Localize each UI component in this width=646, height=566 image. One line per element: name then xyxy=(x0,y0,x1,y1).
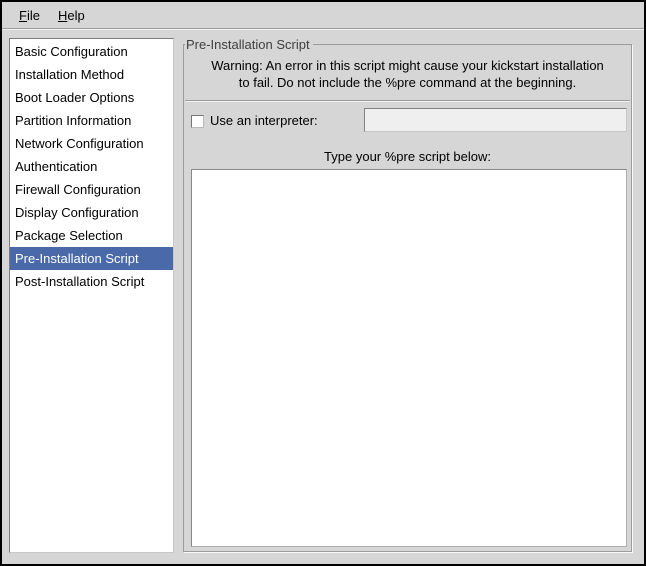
script-label: Type your %pre script below: xyxy=(184,149,631,164)
sidebar-item-network-configuration[interactable]: Network Configuration xyxy=(10,132,173,155)
interpreter-entry[interactable] xyxy=(364,108,627,132)
menu-help-access-key: H xyxy=(58,8,67,23)
sidebar-item-basic-configuration[interactable]: Basic Configuration xyxy=(10,40,173,63)
sidebar-item-boot-loader-options[interactable]: Boot Loader Options xyxy=(10,86,173,109)
sidebar-item-pre-installation-script[interactable]: Pre-Installation Script xyxy=(10,247,173,270)
sidebar-item-package-selection[interactable]: Package Selection xyxy=(10,224,173,247)
pre-script-textarea[interactable] xyxy=(191,169,627,547)
sidebar-item-authentication[interactable]: Authentication xyxy=(10,155,173,178)
warning-separator xyxy=(185,100,630,102)
menu-help-label: elp xyxy=(67,8,84,23)
menu-file-access-key: F xyxy=(19,8,27,23)
menubar-separator xyxy=(2,28,644,30)
pre-installation-script-frame: Pre-Installation Script Warning: An erro… xyxy=(183,44,632,552)
menu-file-label: ile xyxy=(27,8,40,23)
menu-help[interactable]: Help xyxy=(51,4,92,27)
interpreter-row: Use an interpreter: xyxy=(184,107,631,137)
menu-file[interactable]: File xyxy=(12,4,47,27)
frame-title: Pre-Installation Script xyxy=(185,37,313,52)
warning-line-2: to fail. Do not include the %pre command… xyxy=(184,74,631,91)
use-interpreter-checkbox[interactable] xyxy=(191,115,204,128)
sidebar-item-display-configuration[interactable]: Display Configuration xyxy=(10,201,173,224)
sidebar-item-post-installation-script[interactable]: Post-Installation Script xyxy=(10,270,173,293)
use-interpreter-label: Use an interpreter: xyxy=(210,112,318,130)
sidebar-item-installation-method[interactable]: Installation Method xyxy=(10,63,173,86)
sidebar-item-firewall-configuration[interactable]: Firewall Configuration xyxy=(10,178,173,201)
menubar: File Help xyxy=(2,2,644,28)
warning-text: Warning: An error in this script might c… xyxy=(184,57,631,91)
sidebar-item-partition-information[interactable]: Partition Information xyxy=(10,109,173,132)
kickstart-configurator-window: File Help Basic Configuration Installati… xyxy=(0,0,646,566)
warning-line-1: Warning: An error in this script might c… xyxy=(184,57,631,74)
category-list: Basic Configuration Installation Method … xyxy=(9,38,174,553)
